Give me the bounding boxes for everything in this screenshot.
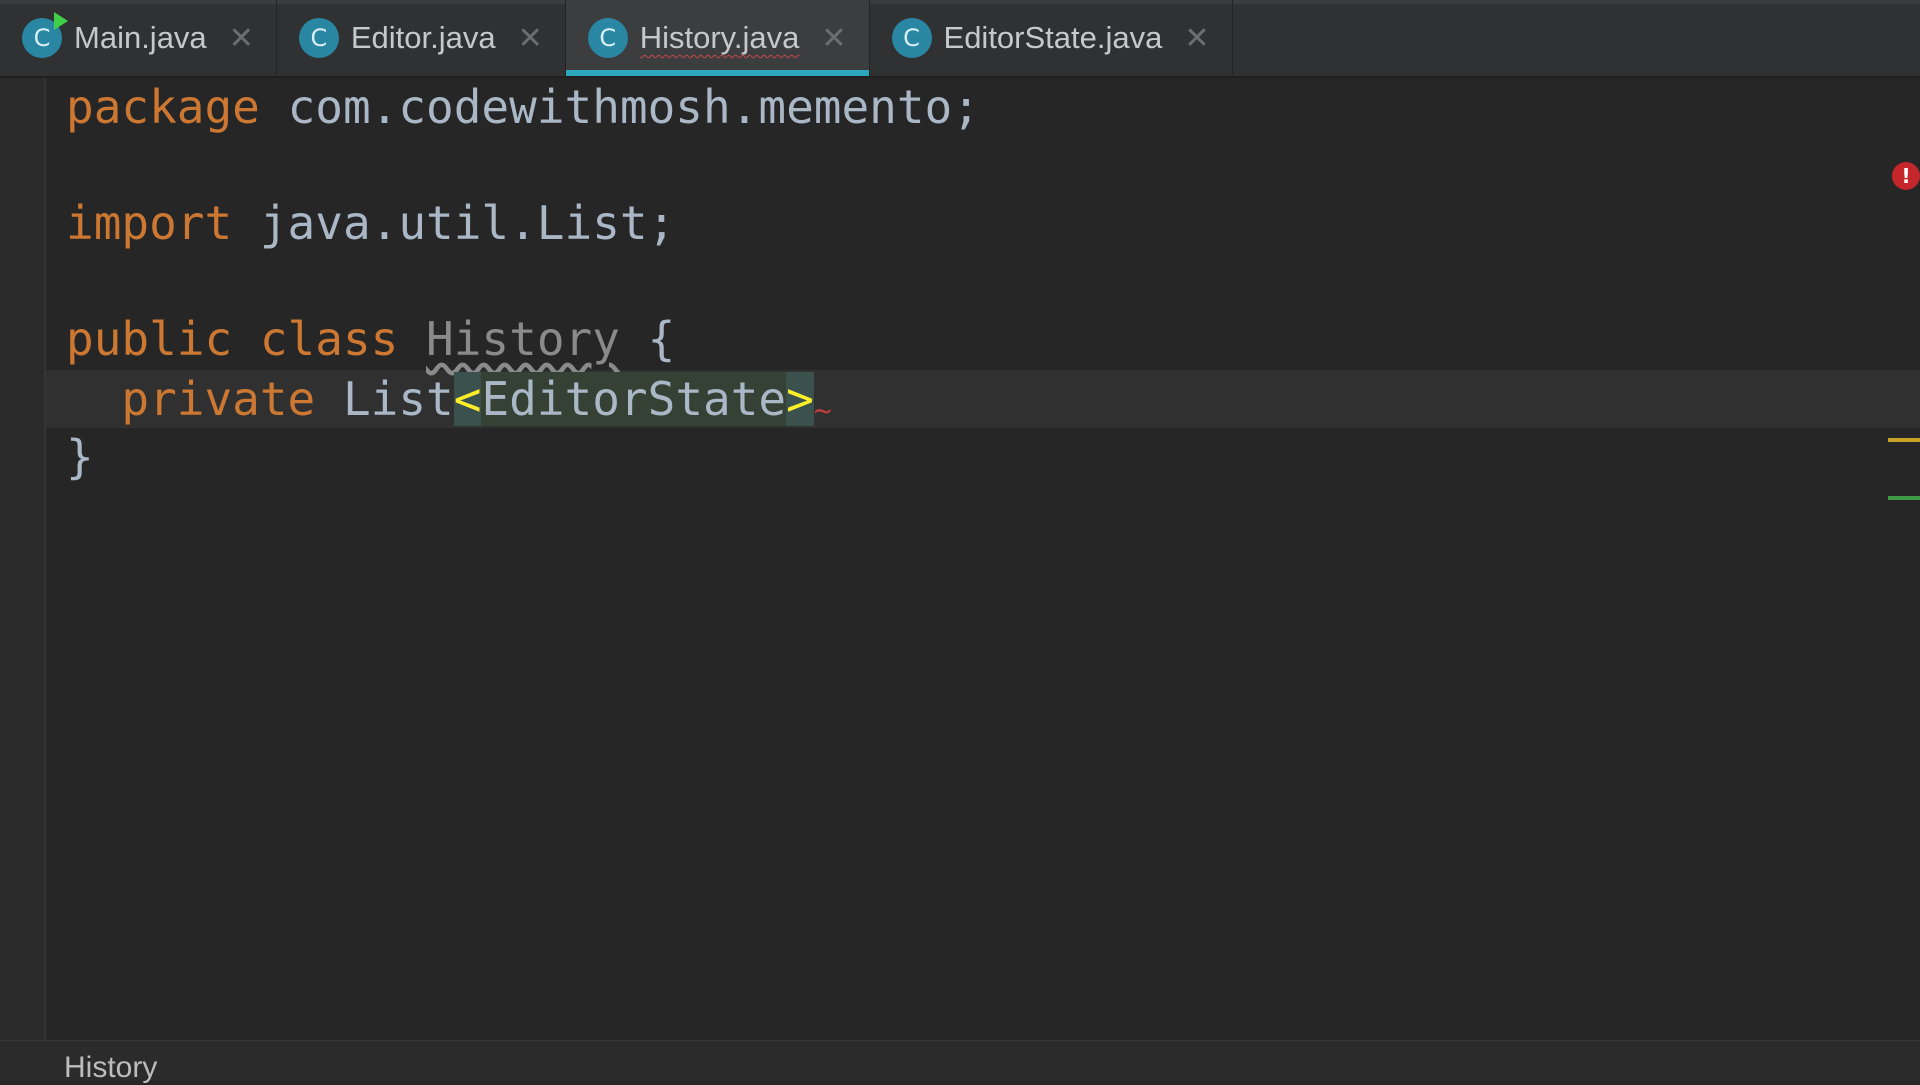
- keyword: class: [232, 312, 427, 366]
- code-line-7[interactable]: }: [66, 428, 94, 486]
- tab-editor-java[interactable]: C Editor.java ✕: [277, 0, 566, 76]
- error-indicator-icon[interactable]: !: [1892, 162, 1920, 190]
- code-line-3[interactable]: import java.util.List;: [66, 194, 675, 252]
- tab-history-java[interactable]: C History.java ✕: [565, 0, 870, 76]
- generic-type: EditorState: [481, 372, 787, 426]
- tab-main-java[interactable]: C Main.java ✕: [0, 0, 277, 76]
- error-squiggle: ~: [813, 394, 832, 429]
- tab-label: Editor.java: [350, 20, 496, 55]
- package-name: com.codewithmosh.memento;: [259, 80, 980, 134]
- close-icon[interactable]: ✕: [229, 21, 254, 56]
- change-stripe[interactable]: [1888, 496, 1920, 500]
- line-number-gutter[interactable]: [0, 78, 46, 1040]
- run-icon: [54, 12, 68, 30]
- angle-bracket-close: >: [786, 372, 814, 426]
- keyword: package: [66, 80, 260, 134]
- close-icon[interactable]: ✕: [1184, 21, 1209, 56]
- class-icon: C: [298, 18, 339, 58]
- breadcrumb-bar: History: [0, 1040, 1920, 1084]
- editor-tab-bar: C Main.java ✕ C Editor.java ✕ C History.…: [0, 0, 1920, 78]
- tab-editorstate-java[interactable]: C EditorState.java ✕: [870, 0, 1233, 76]
- tab-label: EditorState.java: [943, 20, 1163, 55]
- code-line-5[interactable]: public class History {: [66, 310, 675, 368]
- angle-bracket-open: <: [453, 372, 482, 426]
- import-name: java.util.List;: [232, 196, 676, 250]
- code-line-1[interactable]: package com.codewithmosh.memento;: [66, 78, 980, 136]
- class-icon: C: [891, 18, 932, 58]
- tab-label: Main.java: [74, 20, 207, 55]
- keyword: import: [66, 196, 233, 250]
- class-name: History: [426, 312, 620, 366]
- code-line-6[interactable]: private List<EditorState>~: [66, 370, 832, 429]
- keyword: public: [66, 312, 233, 366]
- brace: }: [66, 430, 94, 484]
- code-editor[interactable]: package com.codewithmosh.memento; import…: [46, 78, 1920, 1040]
- type-name: List: [342, 372, 454, 426]
- tab-label: History.java: [639, 20, 800, 55]
- class-icon: C: [22, 12, 68, 58]
- close-icon[interactable]: ✕: [518, 21, 543, 56]
- keyword: private: [121, 372, 316, 426]
- warning-stripe[interactable]: [1888, 438, 1920, 442]
- close-icon[interactable]: ✕: [821, 21, 846, 56]
- class-icon: C: [587, 18, 628, 58]
- brace: {: [619, 312, 676, 366]
